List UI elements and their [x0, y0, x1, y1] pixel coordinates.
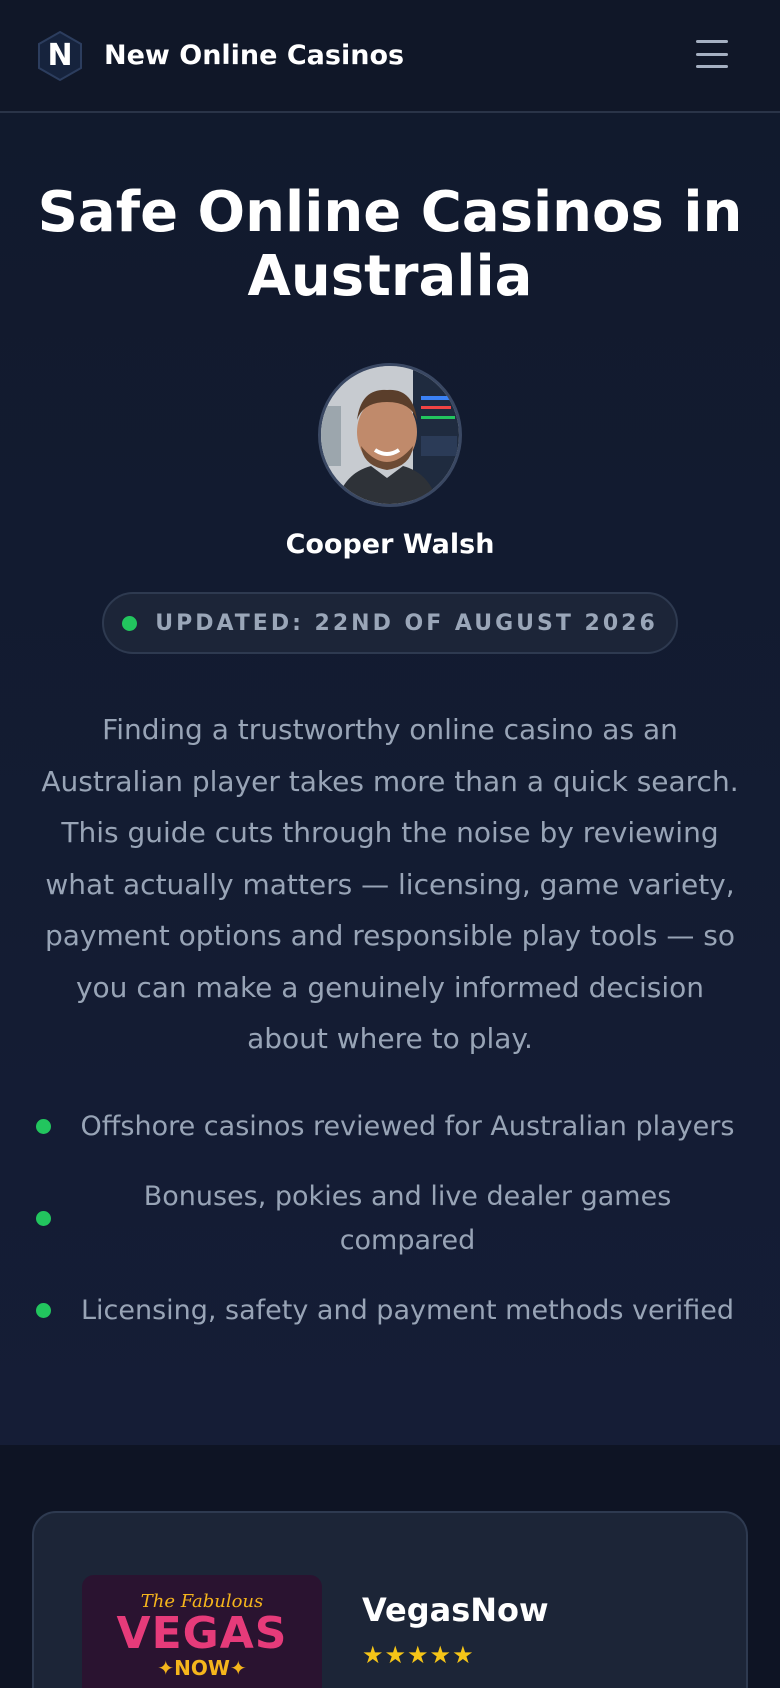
- status-dot-icon: [122, 615, 138, 631]
- updated-date-text: UPDATED: 22ND OF AUGUST 2026: [155, 610, 658, 636]
- list-item: Offshore casinos reviewed for Australian…: [32, 1105, 748, 1149]
- author-photo: [321, 366, 459, 504]
- list-item: Bonuses, pokies and live dealer games co…: [32, 1175, 748, 1263]
- list-item-text: Bonuses, pokies and live dealer games co…: [143, 1180, 672, 1256]
- brand-name[interactable]: New Online Casinos: [104, 40, 404, 71]
- author-avatar: [318, 363, 462, 507]
- casino-name[interactable]: VegasNow: [362, 1591, 549, 1629]
- star-rating: ★★★★★: [362, 1641, 475, 1669]
- logo-letter: N: [47, 38, 73, 73]
- site-header: N New Online Casinos: [0, 0, 780, 113]
- page-title: Safe Online Casinos in Australia: [37, 180, 743, 309]
- updated-badge: UPDATED: 22ND OF AUGUST 2026: [102, 592, 678, 654]
- casino-card[interactable]: The Fabulous VEGAS ✦NOW✦ VegasNow ★★★★★: [32, 1511, 748, 1688]
- hamburger-menu-icon[interactable]: [696, 40, 728, 68]
- bullet-dot-icon: [36, 1303, 51, 1318]
- bullet-dot-icon: [36, 1211, 51, 1226]
- author-name[interactable]: Cooper Walsh: [0, 529, 780, 560]
- intro-paragraph: Finding a trustworthy online casino as a…: [41, 713, 739, 1055]
- list-item: Licensing, safety and payment methods ve…: [32, 1289, 748, 1333]
- logo-tagline: ✦NOW✦: [157, 1656, 247, 1680]
- list-item-text: Offshore casinos reviewed for Australian…: [80, 1110, 735, 1142]
- logo-wordmark: VEGAS: [116, 1608, 288, 1659]
- bullet-dot-icon: [36, 1119, 51, 1134]
- casino-listing-section: The Fabulous VEGAS ✦NOW✦ VegasNow ★★★★★: [0, 1445, 780, 1688]
- feature-list: Offshore casinos reviewed for Australian…: [0, 1105, 780, 1333]
- hero-section: Safe Online Casinos in Australia Cooper …: [0, 113, 780, 1445]
- site-logo[interactable]: N: [36, 30, 84, 82]
- list-item-text: Licensing, safety and payment methods ve…: [80, 1294, 735, 1326]
- casino-logo[interactable]: The Fabulous VEGAS ✦NOW✦: [82, 1575, 322, 1688]
- page: N New Online Casinos Safe Online Casinos…: [0, 0, 780, 1688]
